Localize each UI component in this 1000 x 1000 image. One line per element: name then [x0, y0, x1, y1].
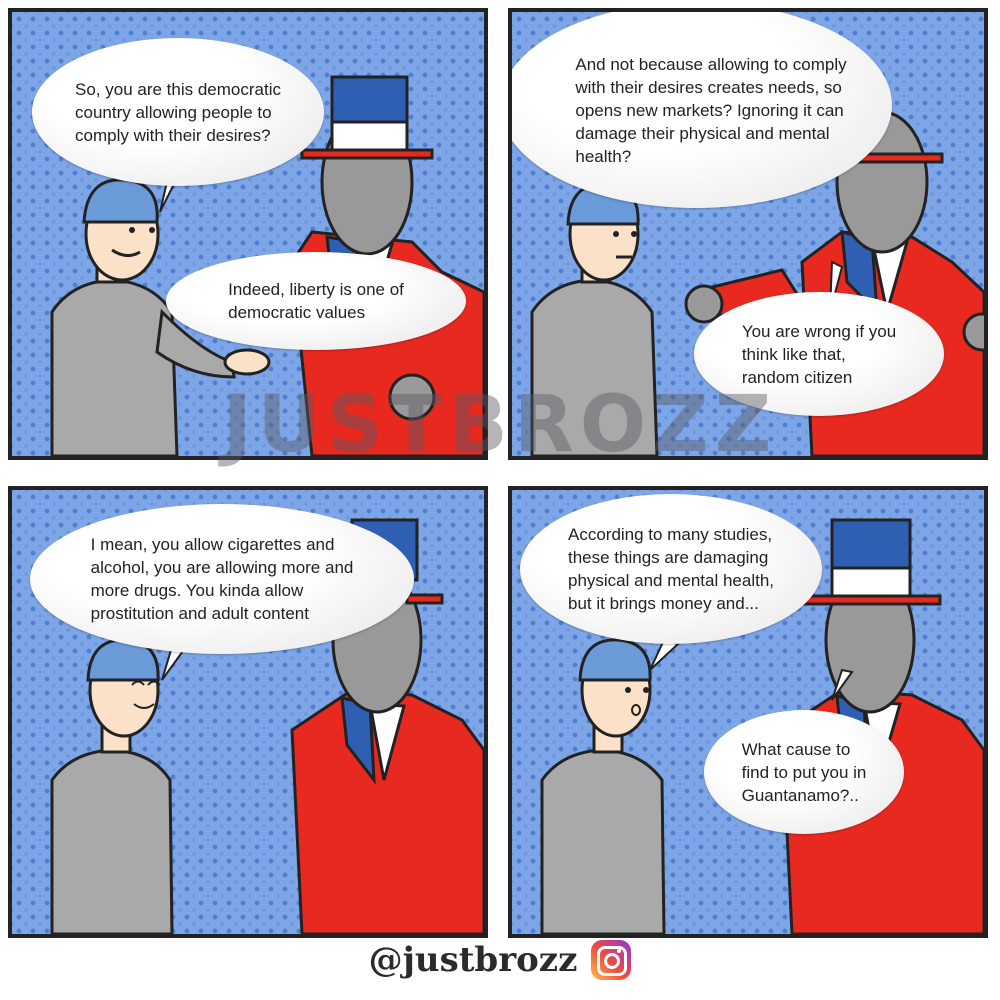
comic-panel-3: I mean, you allow cigarettes and alcohol…	[8, 486, 488, 938]
comic-panel-1: So, you are this democratic country allo…	[8, 8, 488, 460]
comic-panel-4: According to many studies, these things …	[508, 486, 988, 938]
citizen-figure	[540, 638, 666, 934]
citizen-figure	[50, 638, 174, 934]
speech-bubble-citizen: So, you are this democratic country allo…	[32, 38, 324, 186]
bubble-text: What cause to find to put you in Guantan…	[741, 739, 867, 805]
footer: @justbrozz	[0, 932, 1000, 988]
author-handle[interactable]: @justbrozz	[369, 940, 578, 980]
bubble-text: Indeed, liberty is one of democratic val…	[228, 280, 404, 322]
bubble-text: I mean, you allow cigarettes and alcohol…	[90, 535, 354, 623]
speech-bubble-uncle-sam: You are wrong if you think like that, ra…	[694, 292, 944, 416]
citizen-figure	[530, 182, 659, 456]
comic-panel-2: And not because allowing to comply with …	[508, 8, 988, 460]
bubble-text: So, you are this democratic country allo…	[75, 79, 281, 145]
speech-bubble-uncle-sam: Indeed, liberty is one of democratic val…	[166, 252, 466, 350]
speech-bubble-uncle-sam: What cause to find to put you in Guantan…	[704, 710, 904, 834]
bubble-text: According to many studies, these things …	[567, 525, 775, 613]
bubble-text: And not because allowing to comply with …	[575, 54, 847, 166]
speech-bubble-citizen: According to many studies, these things …	[520, 494, 822, 644]
instagram-icon[interactable]	[591, 940, 632, 980]
speech-bubble-citizen: I mean, you allow cigarettes and alcohol…	[30, 504, 414, 654]
bubble-text: You are wrong if you think like that, ra…	[741, 321, 897, 387]
